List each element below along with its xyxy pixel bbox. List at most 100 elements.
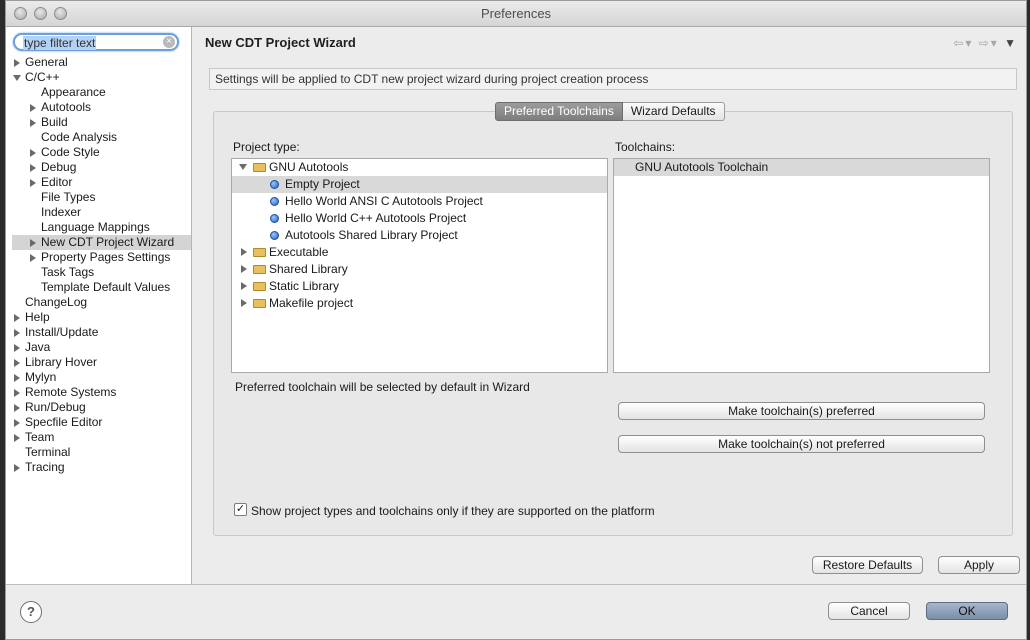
sidebar-item-label: Specfile Editor <box>25 415 103 429</box>
cancel-button[interactable]: Cancel <box>828 602 910 620</box>
sidebar-item[interactable]: General <box>12 55 191 70</box>
project-type-row[interactable]: Executable <box>232 244 607 261</box>
chevron-right-icon[interactable] <box>14 314 20 322</box>
sidebar-item[interactable]: Code Analysis <box>12 130 191 145</box>
project-type-label: GNU Autotools <box>269 160 349 174</box>
sidebar-item[interactable]: Team <box>12 430 191 445</box>
sidebar-item[interactable]: Language Mappings <box>12 220 191 235</box>
project-type-label: Executable <box>269 245 329 259</box>
sidebar-item[interactable]: Mylyn <box>12 370 191 385</box>
chevron-right-icon[interactable] <box>241 299 247 307</box>
make-preferred-button[interactable]: Make toolchain(s) preferred <box>618 402 985 420</box>
toolchain-row[interactable]: GNU Autotools Toolchain <box>614 159 989 176</box>
tab-panel: Project type: Toolchains: GNU Autotools E… <box>213 111 1013 536</box>
sidebar-item-label: ChangeLog <box>25 295 88 309</box>
sidebar-item[interactable]: Install/Update <box>12 325 191 340</box>
chevron-right-icon[interactable] <box>30 179 36 187</box>
dialog-footer: ? Cancel OK <box>6 584 1026 639</box>
chevron-right-icon[interactable] <box>14 419 20 427</box>
chevron-right-icon[interactable] <box>14 329 20 337</box>
sidebar-item-label: New CDT Project Wizard <box>41 235 175 249</box>
chevron-right-icon[interactable] <box>30 239 36 247</box>
sidebar-item-label: Indexer <box>41 205 82 219</box>
chevron-right-icon[interactable] <box>30 149 36 157</box>
sidebar-item[interactable]: Task Tags <box>12 265 191 280</box>
sidebar-item[interactable]: Specfile Editor <box>12 415 191 430</box>
sidebar-item-label: Team <box>25 430 55 444</box>
project-type-row[interactable]: Shared Library <box>232 261 607 278</box>
sidebar-item[interactable]: C/C++ <box>12 70 191 85</box>
chevron-right-icon[interactable] <box>14 374 20 382</box>
sidebar-item[interactable]: Build <box>12 115 191 130</box>
sidebar-item[interactable]: Remote Systems <box>12 385 191 400</box>
view-menu-icon[interactable]: ▼ <box>1004 36 1018 50</box>
sidebar-item[interactable]: Run/Debug <box>12 400 191 415</box>
chevron-right-icon[interactable] <box>241 265 247 273</box>
sidebar-item-label: Language Mappings <box>41 220 150 234</box>
project-type-tree[interactable]: GNU Autotools Empty Project Hello World AN… <box>231 158 608 373</box>
chevron-right-icon[interactable] <box>30 254 36 262</box>
apply-button[interactable]: Apply <box>938 556 1020 574</box>
project-type-row[interactable]: Static Library <box>232 278 607 295</box>
sidebar-item[interactable]: Indexer <box>12 205 191 220</box>
sidebar-item[interactable]: Debug <box>12 160 191 175</box>
chevron-right-icon[interactable] <box>14 434 20 442</box>
sidebar-item[interactable]: Terminal <box>12 445 191 460</box>
sidebar-item-label: Code Analysis <box>41 130 118 144</box>
chevron-down-icon[interactable] <box>13 75 21 81</box>
chevron-right-icon[interactable] <box>14 344 20 352</box>
chevron-right-icon[interactable] <box>14 389 20 397</box>
restore-defaults-button[interactable]: Restore Defaults <box>812 556 923 574</box>
project-type-row[interactable]: Hello World ANSI C Autotools Project <box>232 193 607 210</box>
zoom-window-button[interactable] <box>54 7 67 20</box>
project-type-row[interactable]: Makefile project <box>232 295 607 312</box>
sidebar-item-label: Autotools <box>41 100 92 114</box>
sidebar-item-label: Template Default Values <box>41 280 171 294</box>
sidebar-item-label: C/C++ <box>25 70 60 84</box>
clear-filter-icon[interactable]: × <box>163 36 175 48</box>
make-not-preferred-button[interactable]: Make toolchain(s) not preferred <box>618 435 985 453</box>
sidebar-item[interactable]: Editor <box>12 175 191 190</box>
chevron-right-icon[interactable] <box>30 104 36 112</box>
sidebar-item[interactable]: Autotools <box>12 100 191 115</box>
project-type-row[interactable]: GNU Autotools <box>232 159 607 176</box>
tab-wizard-defaults[interactable]: Wizard Defaults <box>622 102 725 121</box>
chevron-right-icon[interactable] <box>14 59 20 67</box>
sidebar-item[interactable]: File Types <box>12 190 191 205</box>
project-type-label: Empty Project <box>285 177 360 191</box>
sidebar-item[interactable]: Library Hover <box>12 355 191 370</box>
sidebar-item[interactable]: ChangeLog <box>12 295 191 310</box>
chevron-right-icon[interactable] <box>30 119 36 127</box>
ok-button[interactable]: OK <box>926 602 1008 620</box>
back-icon[interactable]: ⇦▾ <box>953 36 973 50</box>
tab-preferred-toolchains[interactable]: Preferred Toolchains <box>495 102 623 121</box>
project-type-row[interactable]: Autotools Shared Library Project <box>232 227 607 244</box>
chevron-right-icon[interactable] <box>241 282 247 290</box>
chevron-right-icon[interactable] <box>14 404 20 412</box>
forward-icon[interactable]: ⇨▾ <box>979 36 999 50</box>
sidebar-item[interactable]: Code Style <box>12 145 191 160</box>
close-window-button[interactable] <box>14 7 27 20</box>
minimize-window-button[interactable] <box>34 7 47 20</box>
help-icon[interactable]: ? <box>20 601 42 623</box>
folder-icon <box>253 299 266 308</box>
chevron-right-icon[interactable] <box>14 359 20 367</box>
sidebar-item[interactable]: Tracing <box>12 460 191 475</box>
project-type-row[interactable]: Hello World C++ Autotools Project <box>232 210 607 227</box>
sidebar-item[interactable]: Property Pages Settings <box>12 250 191 265</box>
chevron-down-icon[interactable] <box>239 164 247 170</box>
sidebar-item[interactable]: Java <box>12 340 191 355</box>
chevron-right-icon[interactable] <box>14 464 20 472</box>
sidebar-item-label: File Types <box>41 190 96 204</box>
sidebar-item[interactable]: Appearance <box>12 85 191 100</box>
sidebar-item-label: Property Pages Settings <box>41 250 171 264</box>
project-type-row[interactable]: Empty Project <box>232 176 607 193</box>
sidebar-item[interactable]: Help <box>12 310 191 325</box>
sidebar-item[interactable]: Template Default Values <box>12 280 191 295</box>
chevron-right-icon[interactable] <box>241 248 247 256</box>
sidebar-item[interactable]: New CDT Project Wizard <box>12 235 191 250</box>
supported-only-checkbox[interactable]: ✓ <box>234 503 247 516</box>
chevron-right-icon[interactable] <box>30 164 36 172</box>
toolchains-list[interactable]: GNU Autotools Toolchain <box>613 158 990 373</box>
filter-input[interactable]: type filter text × <box>13 33 179 51</box>
